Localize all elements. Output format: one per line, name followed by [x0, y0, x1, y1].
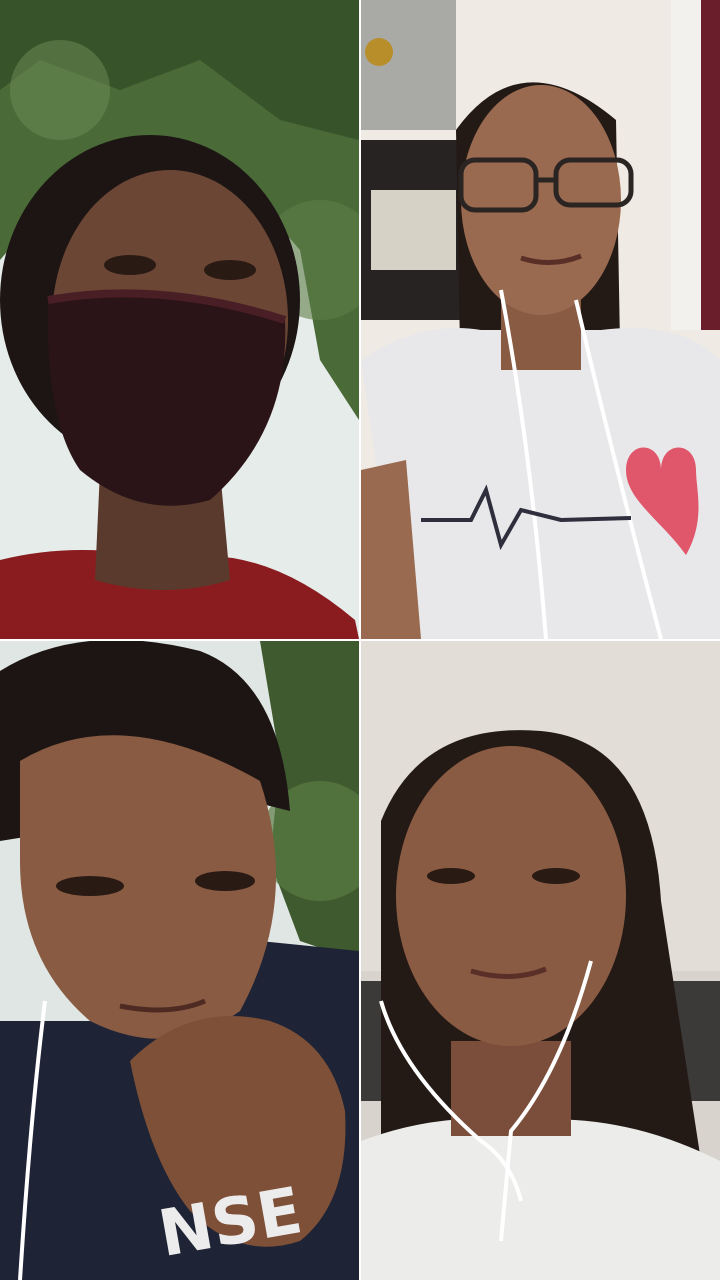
participant-tile-4[interactable] — [361, 641, 720, 1280]
participant-video-2 — [361, 0, 720, 639]
participant-video-1 — [0, 0, 359, 639]
participant-video-3: NSE — [0, 641, 359, 1280]
participant-tile-3[interactable]: NSE — [0, 641, 359, 1280]
participant-tile-2[interactable] — [361, 0, 720, 639]
participant-video-4 — [361, 641, 720, 1280]
participant-tile-1[interactable] — [0, 0, 359, 639]
video-call-grid: NSE — [0, 0, 720, 1280]
